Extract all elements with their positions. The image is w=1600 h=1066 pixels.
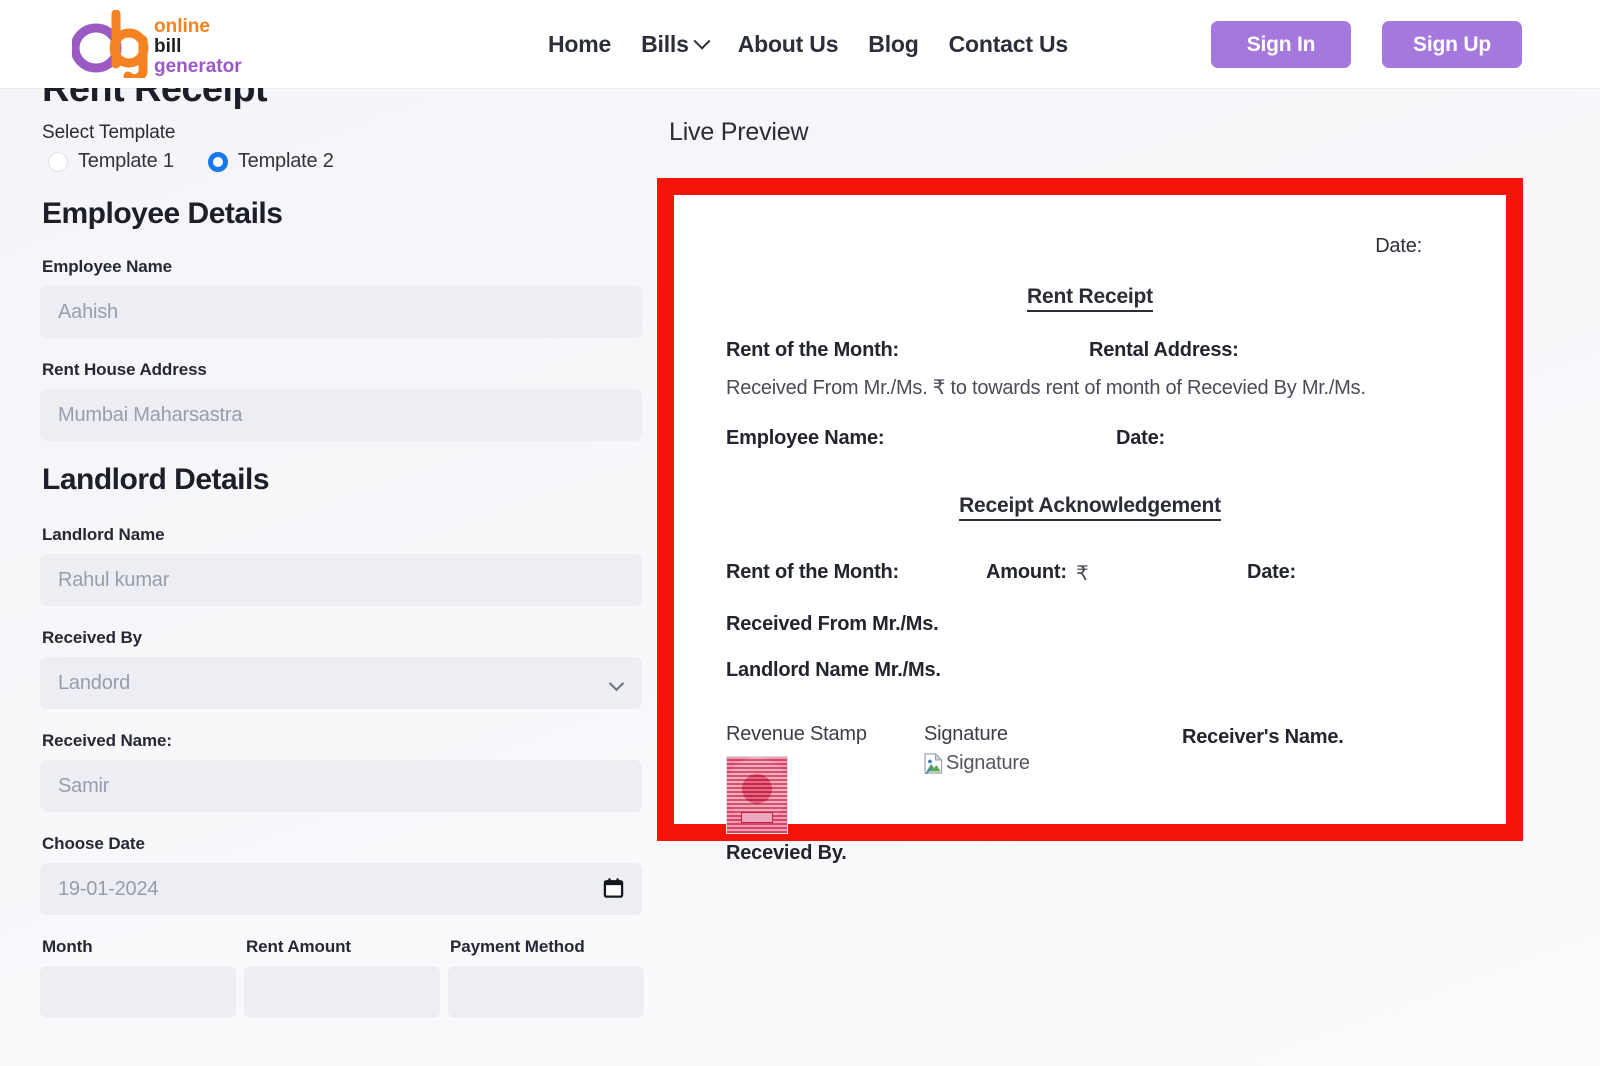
choose-date-input[interactable]: 19-01-2024 [40,863,642,915]
receipt-row-received-from: Received From Mr./Ms. [726,613,1454,637]
logo-word-online: online [154,16,210,37]
receipt-received-by-label: Recevied By. [726,842,847,864]
label-template-2[interactable]: Template 2 [238,150,334,173]
rent-amount-label: Rent Amount [246,937,351,956]
receipt-row-employee-date: Employee Name: Date: [726,427,1454,451]
nav-label-contact-us: Contact Us [948,30,1069,57]
receivers-name-label: Receiver's Name. [1182,726,1344,748]
landlord-name-label: Landlord Name [42,525,165,544]
logo-icon: online bill generator [72,10,242,78]
receipt-landlord-name-label: Landlord Name Mr./Ms. [726,659,941,681]
site-logo[interactable]: online bill generator [72,10,252,78]
page-body: Rent Receipt Select Template Template 1 … [0,70,1600,1066]
nav-link-about-us[interactable]: About Us [738,31,839,58]
employee-name-label: Employee Name [42,257,173,276]
receipt-rent-of-month-label: Rent of the Month: [726,339,900,361]
received-by-select[interactable]: Landord [40,657,642,709]
calendar-icon[interactable] [603,877,624,899]
month-amount-method-row: Month Rent Amount Payment Method [40,937,644,1018]
receipt-date-label: Date: [1116,427,1166,449]
employee-name-input[interactable]: Aahish [40,286,642,338]
landlord-details-heading: Landlord Details [42,463,270,496]
label-template-1[interactable]: Template 1 [78,150,174,173]
payment-method-select[interactable] [448,966,644,1018]
month-input[interactable] [40,966,236,1018]
receipt-date-top: Date: [1375,235,1422,257]
nav-label-home: Home [548,30,612,57]
logo-word-bill: bill [154,36,181,57]
nav-link-blog[interactable]: Blog [868,30,919,58]
sign-up-button[interactable]: Sign Up [1382,21,1522,68]
receipt-rental-address-label: Rental Address: [1089,339,1239,361]
payment-method-field-group: Payment Method [448,937,644,1018]
receipt-sentence: Received From Mr./Ms. ₹ to towards rent … [726,377,1366,399]
receipt-ack-amount-currency: ₹ [1076,563,1089,585]
nav-label-bills: Bills [641,30,689,57]
radio-template-2[interactable] [207,151,228,172]
preview-highlight-frame: Date: Rent Receipt Rent of the Month: Re… [657,178,1523,864]
receipt-row-ack-details: Rent of the Month: Amount: ₹ Date: [726,561,1454,585]
revenue-stamp-label: Revenue Stamp [726,723,867,745]
receipt-received-from-label: Received From Mr./Ms. [726,613,939,635]
live-preview-title: Live Preview [669,118,809,146]
received-name-label: Received Name: [42,731,172,750]
revenue-stamp-group: Revenue Stamp Recevied By. [726,723,867,865]
receipt-ack-rent-of-month-label: Rent of the Month: [726,561,900,583]
choose-date-value: 19-01-2024 [58,877,159,900]
nav-label-about-us: About Us [737,30,839,57]
received-by-label: Received By [42,628,143,647]
receipt-heading: Rent Receipt [726,285,1454,312]
chevron-down-icon [693,32,711,50]
receipt-row-landlord-name: Landlord Name Mr./Ms. [726,659,1454,683]
receipt-ack-amount-label: Amount: [986,561,1067,583]
rent-receipt-form: Rent Receipt Select Template Template 1 … [40,70,644,1018]
live-preview-panel: Live Preview Date: Rent Receipt Rent of … [657,118,1537,864]
receivers-name-group: Receiver's Name. [1182,726,1344,749]
signature-broken-alt-text: Signature [946,752,1030,774]
receipt-ack-heading: Receipt Acknowledgement [726,494,1454,521]
radio-template-1[interactable] [48,151,68,172]
signature-label: Signature [924,723,1008,745]
select-template-label: Select Template [42,122,176,143]
payment-method-label: Payment Method [450,937,585,956]
main-navigation: Home Bills About Us Blog Contact Us [548,0,1068,88]
nav-link-home[interactable]: Home [548,31,611,58]
nav-link-bills[interactable]: Bills [641,30,711,58]
receipt-heading-text: Rent Receipt [1027,285,1153,312]
logo-word-generator: generator [154,56,242,77]
choose-date-label: Choose Date [42,834,145,853]
rent-amount-field-group: Rent Amount [244,937,440,1018]
receipt-ack-date-label: Date: [1247,561,1297,583]
site-header: online bill generator Home Bills About U… [0,0,1600,88]
signature-broken-image: Signature [924,752,1030,775]
rent-house-address-label: Rent House Address [42,360,207,379]
landlord-name-input[interactable]: Rahul kumar [40,554,642,606]
month-field-group: Month [40,937,236,1018]
receipt-employee-name-label: Employee Name: [726,427,885,449]
receipt-row-month-address: Rent of the Month: Rental Address: [726,339,1454,363]
signature-group: Signature Signature [924,723,1030,780]
revenue-stamp-image [726,756,788,834]
receipt-signature-area: Revenue Stamp Recevied By. Signature Sig… [726,723,1454,873]
template-radio-group: Template 1 Template 2 [48,150,644,173]
sign-in-button[interactable]: Sign In [1211,21,1351,68]
received-name-input[interactable]: Samir [40,760,642,812]
receipt-ack-heading-text: Receipt Acknowledgement [959,494,1221,521]
nav-label-blog: Blog [868,30,919,57]
employee-details-heading: Employee Details [42,197,283,230]
nav-link-contact-us[interactable]: Contact Us [948,30,1069,58]
broken-image-icon [924,753,943,774]
rent-amount-input[interactable] [244,966,440,1018]
rent-receipt-document: Date: Rent Receipt Rent of the Month: Re… [674,195,1506,864]
auth-buttons: Sign In Sign Up [1211,21,1522,68]
month-label: Month [42,937,93,956]
rent-house-address-input[interactable]: Mumbai Maharsastra [40,389,642,441]
